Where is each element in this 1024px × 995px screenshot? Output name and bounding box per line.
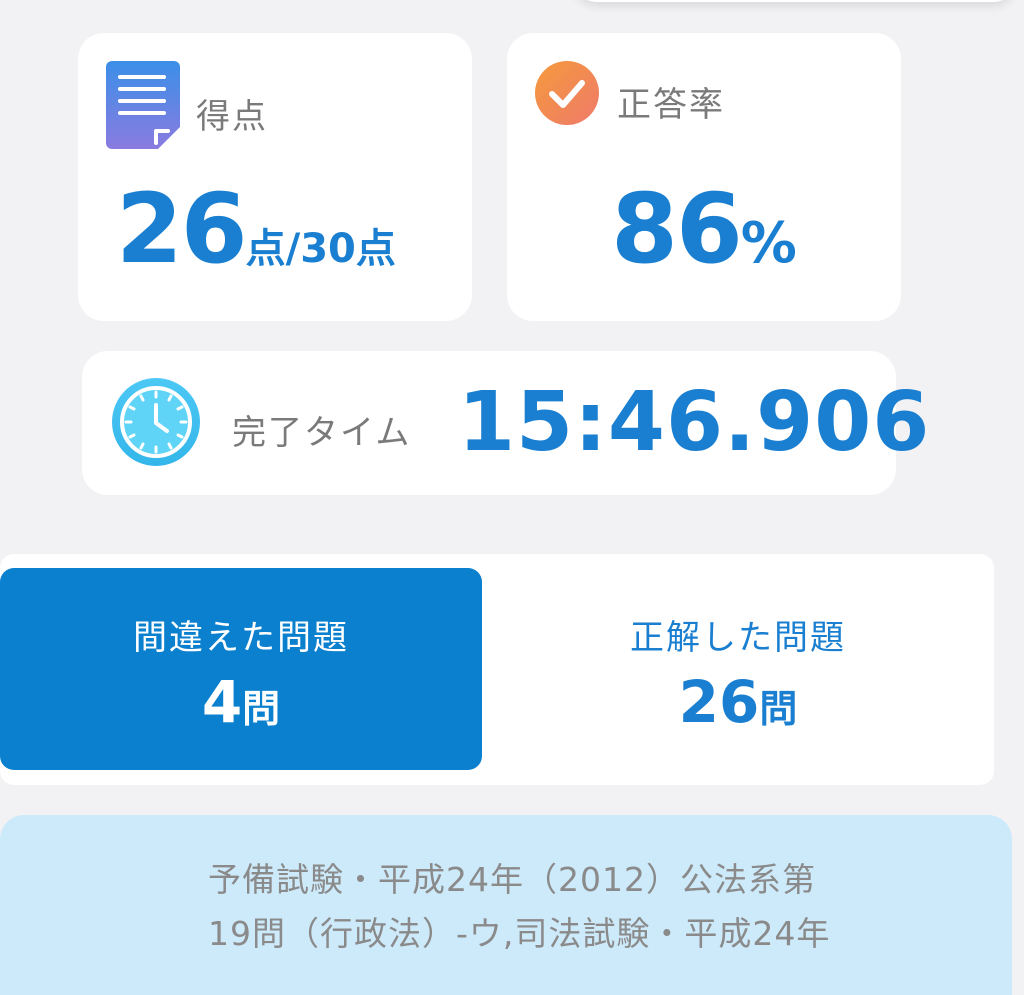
tab-wrong-answers[interactable]: 間違えた問題 4問 [0,568,482,770]
document-icon [106,61,180,149]
score-unit: 点/30点 [245,226,396,272]
notice-line: 19問（行政法）-ウ,司法試験・平成24年 [208,914,831,953]
notice-text: 予備試験・平成24年（2012）公法系第 19問（行政法）-ウ,司法試験・平成2… [208,853,908,961]
wrong-count-unit: 問 [242,687,281,731]
time-card: 完了タイム 15:46.906 [82,351,929,495]
score-value: 26点/30点 [116,173,396,285]
time-value: 15:46.906 [458,375,931,470]
accuracy-number: 86 [611,173,743,285]
top-card-edge [575,0,1015,2]
score-label: 得点 [196,97,268,137]
question-source-notice: 予備試験・平成24年（2012）公法系第 19問（行政法）-ウ,司法試験・平成2… [0,815,1012,995]
tab-wrong-count: 4問 [0,668,482,736]
notice-line: 予備試験・平成24年（2012）公法系第 [208,860,816,899]
correct-count-number: 26 [678,668,760,736]
tab-wrong-title: 間違えた問題 [133,618,349,658]
clock-icon [112,378,200,466]
accuracy-unit: % [740,211,797,276]
tab-correct-count: 26問 [497,668,979,736]
score-number: 26 [116,173,248,285]
check-icon [535,61,599,125]
tab-correct-title: 正解した問題 [630,618,846,658]
tab-correct-answers[interactable]: 正解した問題 26問 [497,568,979,770]
accuracy-label: 正答率 [617,85,725,125]
accuracy-value: 86% [507,173,901,285]
wrong-count-number: 4 [201,668,243,736]
time-label: 完了タイム [232,413,412,453]
score-card: 得点 26点/30点 [78,33,472,321]
result-tabs: 間違えた問題 4問 正解した問題 26問 [0,554,994,785]
accuracy-card: 正答率 86% [507,33,901,321]
correct-count-unit: 問 [759,687,798,731]
